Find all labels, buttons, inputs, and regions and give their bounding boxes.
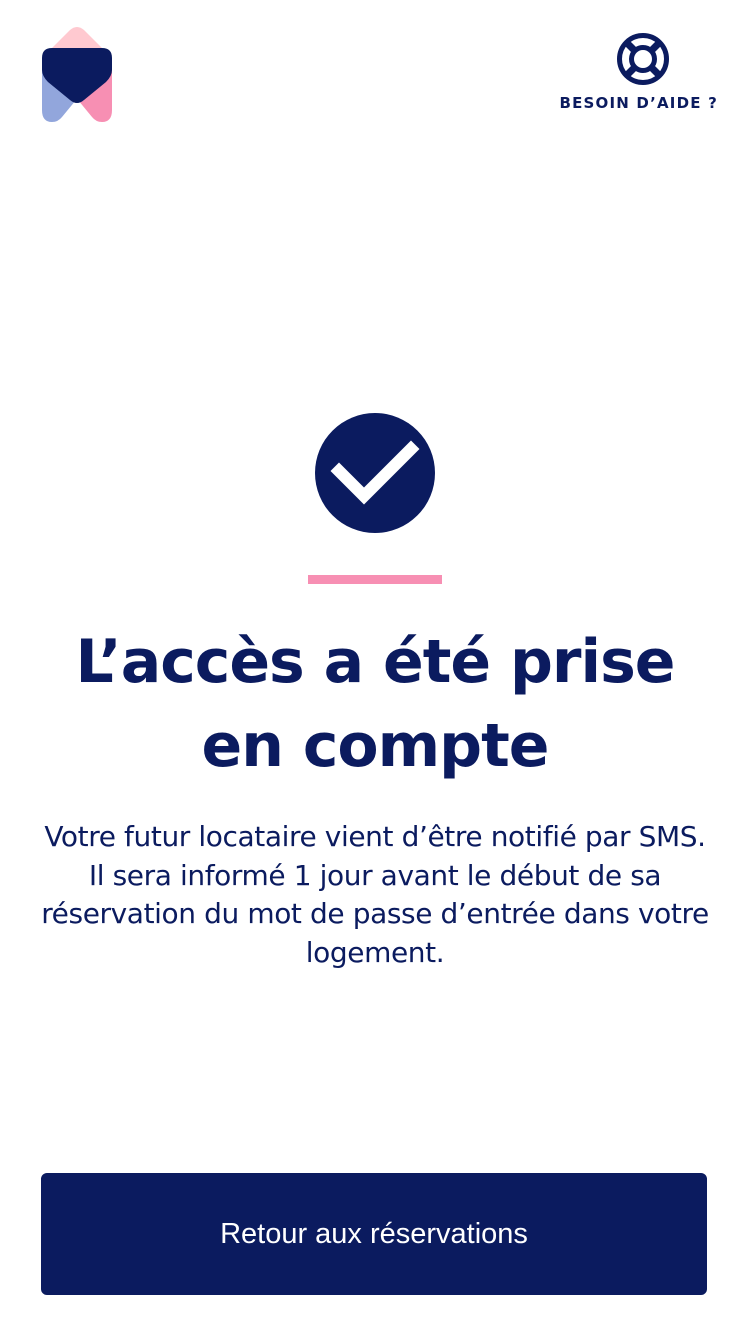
help-button[interactable]: BESOIN D’AIDE ? <box>558 32 718 112</box>
brand-house-logo-icon <box>40 26 114 122</box>
help-label: BESOIN D’AIDE ? <box>559 94 718 112</box>
lifebuoy-icon <box>616 32 670 86</box>
check-circle-icon <box>315 413 435 533</box>
back-to-reservations-button[interactable]: Retour aux réservations <box>41 1173 707 1295</box>
confirmation-message: Votre futur locataire vient d’être notif… <box>41 820 709 969</box>
confirmation-screen: BESOIN D’AIDE ? L’accès a été prise en c… <box>0 0 750 1334</box>
back-to-reservations-label: Retour aux réservations <box>220 1217 528 1250</box>
page-title: L’accès a été prise en compte <box>75 627 676 781</box>
accent-divider <box>308 575 442 584</box>
